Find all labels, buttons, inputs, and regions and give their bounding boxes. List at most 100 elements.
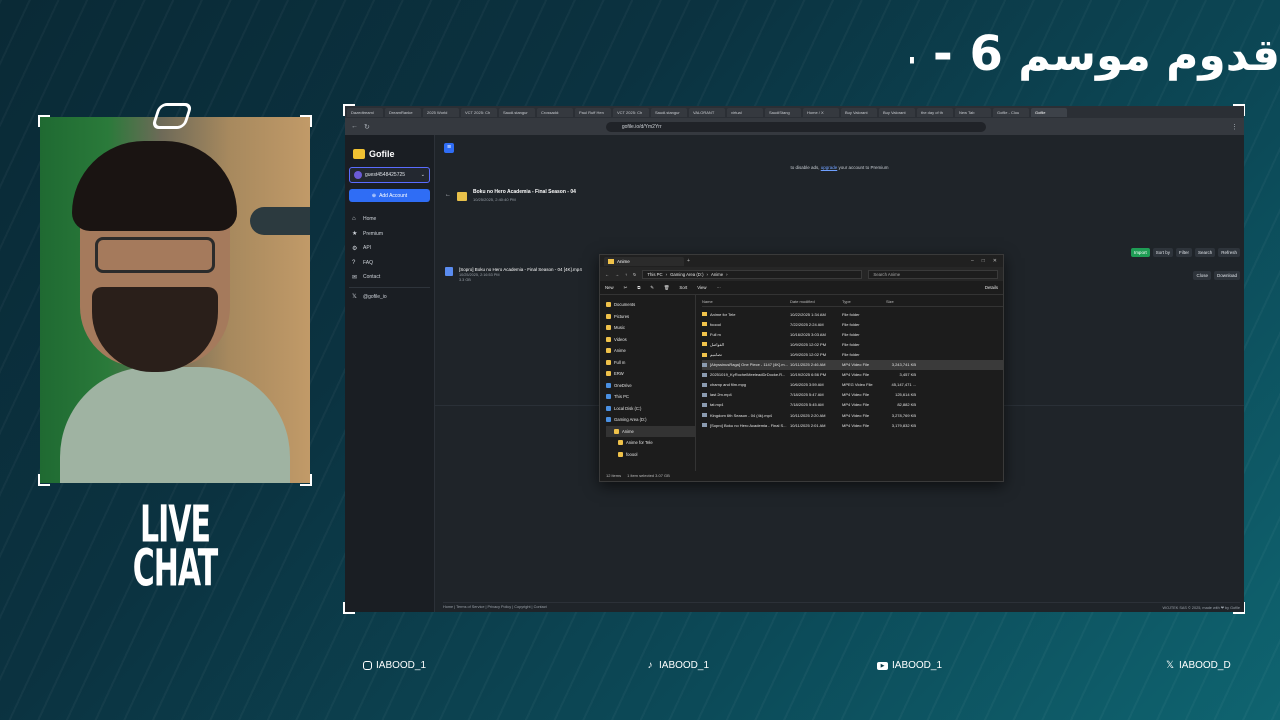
browser-tab[interactable]: VCT 2025: Ch (461, 107, 497, 117)
file-row[interactable]: الفواصل 10/9/2025 12:02 PM File folder (702, 339, 1003, 349)
explorer-nav-item[interactable]: OneDrive (606, 380, 695, 392)
cut-icon[interactable]: ✂ (624, 285, 628, 291)
explorer-nav-item[interactable]: Anime for Tele (606, 437, 695, 449)
file-row[interactable]: [Sopro] Boku no Hero Academia - Final S.… (702, 420, 1003, 430)
browser-tab[interactable]: Saudi.stangur (499, 107, 535, 117)
up-icon[interactable]: ↑ (625, 272, 627, 277)
explorer-nav-item[interactable]: Anime (606, 425, 695, 437)
maximize-icon[interactable]: □ (982, 258, 985, 264)
refresh-button[interactable]: Refresh (1218, 248, 1240, 257)
nav-item-premium[interactable]: ★ Premium (349, 227, 430, 242)
nav-item-faq[interactable]: ? FAQ (349, 256, 430, 271)
browser-tab[interactable]: Home / X (803, 107, 839, 117)
file-row[interactable]: Kingdom 6th Season - 04 (4k).mp4 10/11/20… (702, 410, 1003, 420)
back-arrow-icon[interactable]: ← (445, 192, 451, 198)
back-icon[interactable]: ← (351, 123, 358, 130)
import-button[interactable]: Import (1130, 248, 1150, 257)
copy-icon[interactable]: ⧉ (637, 285, 640, 290)
file-row[interactable]: champ and film.mpg 10/6/2025 3:59 AM MPEG … (702, 380, 1003, 390)
browser-tab[interactable]: DreamRanke (385, 107, 421, 117)
file-row[interactable]: 20251019_KyRochelMeeleadDrDocke.R... 10/1… (702, 370, 1003, 380)
close-button[interactable]: Close (1193, 271, 1211, 280)
explorer-nav-item[interactable]: Pictures (606, 311, 695, 323)
new-button[interactable]: New (605, 285, 614, 290)
filter-button[interactable]: Filter (1175, 248, 1192, 257)
browser-tab[interactable]: VALORANT (689, 107, 725, 117)
delete-icon[interactable]: 🗑 (664, 285, 669, 291)
download-button[interactable]: Download (1213, 271, 1240, 280)
view-button[interactable]: View (697, 285, 706, 290)
nav-item-social[interactable]: 𝕏 @gofile_io (349, 290, 430, 305)
file-row[interactable]: [AbyssinusRaga] One Piece - 1147 [4K].m.… (702, 359, 1003, 370)
gofile-brand[interactable]: Gofile (353, 149, 430, 159)
more-icon[interactable]: ··· (717, 285, 721, 290)
reload-icon[interactable]: ↻ (364, 123, 370, 131)
rename-icon[interactable]: ✎ (650, 285, 654, 291)
file-row[interactable]: tat.mp4 7/18/2025 5:45 AM MP4 Video File 82… (702, 400, 1003, 410)
file-row[interactable]: last 2m.mp4 7/18/2025 5:47 AM MP4 Video Fi… (702, 390, 1003, 400)
upgrade-link[interactable]: upgrade (821, 165, 838, 170)
explorer-nav-item[interactable]: fooool (606, 449, 695, 461)
path-segment[interactable]: This PC (647, 271, 662, 278)
path-segment[interactable]: Anime (711, 271, 723, 278)
details-button[interactable]: Details (985, 285, 998, 290)
file-item[interactable]: [Sopro] Boku no Hero Academia - Final Se… (445, 267, 582, 282)
account-selector[interactable]: guest4548425725 ⌄ (349, 167, 430, 183)
file-date: 10/9/2025 12:02 PM (790, 341, 827, 347)
path-segment[interactable]: Gaming Area (D:) (670, 271, 703, 278)
footer-links[interactable]: Home | Terms of Service | Privacy Policy… (443, 605, 547, 610)
close-icon[interactable]: ✕ (993, 258, 997, 264)
browser-tab[interactable]: Paul Ruff Hen (575, 107, 611, 117)
browser-tab[interactable]: 2025 World (423, 107, 459, 117)
explorer-nav-item[interactable]: Videos (606, 334, 695, 346)
browser-tab[interactable]: Gofile - Clou (993, 107, 1029, 117)
forward-icon[interactable]: → (615, 272, 619, 277)
explorer-nav-item[interactable]: Full m (606, 357, 695, 369)
browser-tab[interactable]: virtual (727, 107, 763, 117)
column-date[interactable]: Date modified (790, 299, 842, 304)
explorer-address: ← → ↑ ↻ This PC › Gaming Area (D:) › Anime… (600, 267, 1003, 281)
back-icon[interactable]: ← (605, 272, 609, 277)
file-row[interactable]: تصاميم 10/9/2025 12:02 PM File folder (702, 349, 1003, 359)
column-size[interactable]: Size (886, 299, 916, 304)
browser-tab[interactable]: Buy Valorant (879, 107, 915, 117)
add-account-button[interactable]: ⊕ Add Account (349, 189, 430, 202)
browser-tab[interactable]: SaudiStang (765, 107, 801, 117)
explorer-tab[interactable]: Anime (604, 256, 684, 266)
browser-tab[interactable]: New Tab (955, 107, 991, 117)
nav-item-home[interactable]: ⌂ Home (349, 212, 430, 227)
explorer-nav-item[interactable]: Documents (606, 299, 695, 311)
browser-tab[interactable]: the day of th (917, 107, 953, 117)
file-name: champ and film.mpg (702, 382, 790, 387)
browser-tab[interactable]: Buy Valorant (841, 107, 877, 117)
column-name[interactable]: Name (702, 299, 790, 304)
browser-tab[interactable]: Dazedtreaml (347, 107, 383, 117)
explorer-path[interactable]: This PC › Gaming Area (D:) › Anime › (642, 269, 863, 279)
browser-tab[interactable]: Crossadd: (537, 107, 573, 117)
browser-tab[interactable]: Gofile (1031, 107, 1067, 117)
sort-button[interactable]: Sort by (1152, 248, 1173, 257)
explorer-nav-item[interactable]: Gaming Area (D:) (606, 414, 695, 426)
explorer-nav-item[interactable]: ERW (606, 368, 695, 380)
explorer-nav-item[interactable]: Local Disk (C:) (606, 403, 695, 415)
url-input[interactable]: gofile.io/d/Ym2Yrr (605, 121, 986, 132)
extensions-icon[interactable]: ⋮ (1231, 123, 1238, 131)
browser-tab[interactable]: VCT 2025: Ch (613, 107, 649, 117)
explorer-nav-item[interactable]: Anime (606, 345, 695, 357)
new-tab-icon[interactable]: + (687, 258, 690, 264)
browser-tab[interactable]: Saudi.stangur (651, 107, 687, 117)
search-button[interactable]: Search (1194, 248, 1216, 257)
nav-item-contact[interactable]: ✉ Contact (349, 270, 430, 285)
column-type[interactable]: Type (842, 299, 886, 304)
file-row[interactable]: Full m 10/16/2025 3:03 AM File folder (702, 329, 1003, 339)
explorer-search-input[interactable]: Search Anime (868, 269, 998, 279)
file-row[interactable]: Anime for Tele 10/22/2025 1:34 AM File fol… (702, 309, 1003, 319)
menu-icon[interactable]: ≡ (444, 143, 454, 153)
nav-item-api[interactable]: ⚙ API (349, 241, 430, 256)
explorer-nav-item[interactable]: This PC (606, 391, 695, 403)
sort-button[interactable]: Sort (679, 285, 687, 290)
explorer-nav-item[interactable]: Music (606, 322, 695, 334)
file-row[interactable]: fooool 7/22/2025 2:24 AM File folder (702, 319, 1003, 329)
refresh-icon[interactable]: ↻ (633, 272, 636, 277)
minimize-icon[interactable]: – (971, 258, 974, 264)
